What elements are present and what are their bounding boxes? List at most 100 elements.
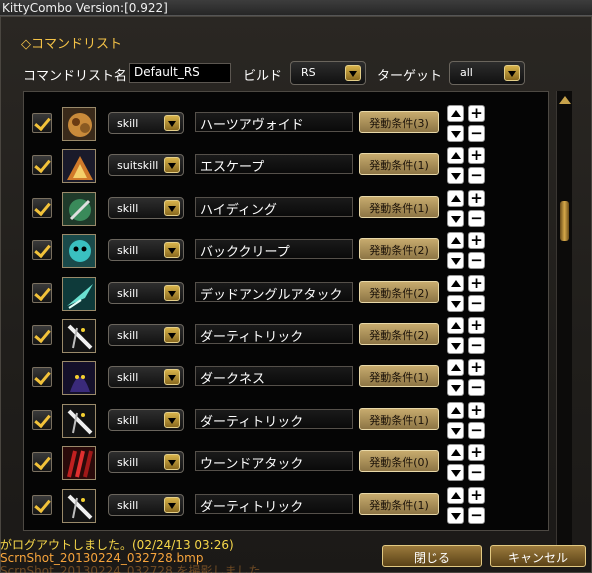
remove-icon[interactable]: − [468,167,485,185]
skill-type-dropdown[interactable]: skill [108,451,184,474]
chevron-down-icon[interactable] [504,65,520,81]
move-down-icon[interactable] [447,337,464,354]
move-down-icon[interactable] [447,209,464,227]
move-down-icon[interactable] [447,167,464,185]
remove-icon[interactable]: − [468,421,485,439]
skill-name-field[interactable]: ダークネス [195,366,353,387]
move-up-icon[interactable] [447,444,464,462]
chevron-down-icon[interactable] [164,199,180,216]
skill-name-field[interactable]: ウーンドアタック [195,451,353,472]
move-down-icon[interactable] [447,379,464,397]
chevron-down-icon[interactable] [345,65,361,81]
remove-icon[interactable]: − [468,506,485,524]
cancel-button[interactable]: キャンセル [490,545,586,567]
condition-button[interactable]: 発動条件(2) [359,323,439,345]
enable-checkbox[interactable] [32,240,52,261]
chevron-down-icon[interactable] [164,115,180,131]
skill-type-dropdown[interactable]: suitskill [108,154,184,177]
close-button[interactable]: 閉じる [382,545,482,567]
condition-button[interactable]: 発動条件(1) [359,492,439,515]
skill-name-field[interactable]: エスケープ [195,154,353,175]
move-down-icon[interactable] [447,294,464,312]
target-dropdown[interactable]: all [449,61,525,85]
scroll-thumb[interactable] [560,201,569,241]
move-up-icon[interactable] [447,317,464,334]
condition-button[interactable]: 発動条件(3) [359,111,439,133]
build-dropdown[interactable]: RS [290,61,366,85]
skill-type-dropdown[interactable]: skill [108,281,184,304]
chevron-down-icon[interactable] [164,454,180,471]
add-icon[interactable]: + [468,189,485,207]
enable-checkbox[interactable] [32,113,52,133]
remove-icon[interactable]: − [468,337,485,354]
skill-type-dropdown[interactable]: skill [108,324,184,346]
move-up-icon[interactable] [447,189,464,207]
remove-icon[interactable]: − [468,464,485,482]
enable-checkbox[interactable] [32,155,52,176]
chevron-down-icon[interactable] [164,242,180,259]
add-icon[interactable]: + [468,274,485,292]
skill-name-field[interactable]: バッククリープ [195,239,353,260]
add-icon[interactable]: + [468,105,485,122]
move-up-icon[interactable] [447,401,464,419]
skill-name-field[interactable]: ダーティトリック [195,408,353,430]
remove-icon[interactable]: − [468,209,485,227]
chevron-down-icon[interactable] [164,157,180,174]
enable-checkbox[interactable] [32,494,52,515]
add-icon[interactable]: + [468,147,485,165]
skill-type-dropdown[interactable]: skill [108,239,184,262]
move-up-icon[interactable] [447,147,464,165]
condition-button[interactable]: 発動条件(0) [359,450,439,473]
skill-name-field[interactable]: ダーティトリック [195,324,353,345]
move-up-icon[interactable] [447,274,464,292]
skill-type-dropdown[interactable]: skill [108,493,184,516]
move-up-icon[interactable] [447,105,464,122]
move-down-icon[interactable] [447,506,464,524]
move-up-icon[interactable] [447,486,464,504]
chevron-down-icon[interactable] [164,284,180,301]
skill-name-field[interactable]: ダーティトリック [195,493,353,515]
condition-button[interactable]: 発動条件(1) [359,407,439,430]
add-icon[interactable]: + [468,444,485,462]
move-up-icon[interactable] [447,232,464,250]
remove-icon[interactable]: − [468,252,485,270]
enable-checkbox[interactable] [32,325,52,345]
enable-checkbox[interactable] [32,282,52,303]
skill-type-dropdown[interactable]: skill [108,112,184,134]
skill-type-dropdown[interactable]: skill [108,196,184,219]
chevron-down-icon[interactable] [164,369,180,386]
remove-icon[interactable]: − [468,294,485,312]
move-down-icon[interactable] [447,125,464,142]
skill-type-dropdown[interactable]: skill [108,366,184,389]
skill-type-dropdown[interactable]: skill [108,408,184,431]
scrollbar[interactable] [556,91,572,561]
enable-checkbox[interactable] [32,367,52,388]
chevron-down-icon[interactable] [164,411,180,428]
add-icon[interactable]: + [468,232,485,250]
add-icon[interactable]: + [468,359,485,377]
add-icon[interactable]: + [468,486,485,504]
skill-name-field[interactable]: ハーツアヴォイド [195,112,353,133]
move-down-icon[interactable] [447,421,464,439]
list-name-input[interactable]: Default_RS [129,63,231,83]
move-down-icon[interactable] [447,464,464,482]
skill-name-field[interactable]: デッドアングルアタック [195,281,353,303]
move-down-icon[interactable] [447,252,464,270]
move-up-icon[interactable] [447,359,464,377]
scroll-up-icon[interactable] [558,93,571,107]
remove-icon[interactable]: − [468,125,485,142]
chevron-down-icon[interactable] [164,327,180,343]
enable-checkbox[interactable] [32,197,52,218]
remove-icon[interactable]: − [468,379,485,397]
condition-button[interactable]: 発動条件(1) [359,365,439,388]
condition-button[interactable]: 発動条件(1) [359,153,439,176]
enable-checkbox[interactable] [32,409,52,430]
add-icon[interactable]: + [468,401,485,419]
skill-name-field[interactable]: ハイディング [195,196,353,218]
condition-button[interactable]: 発動条件(1) [359,195,439,218]
enable-checkbox[interactable] [32,452,52,473]
chevron-down-icon[interactable] [164,496,180,513]
add-icon[interactable]: + [468,317,485,334]
condition-button[interactable]: 発動条件(2) [359,280,439,303]
condition-button[interactable]: 発動条件(2) [359,238,439,261]
